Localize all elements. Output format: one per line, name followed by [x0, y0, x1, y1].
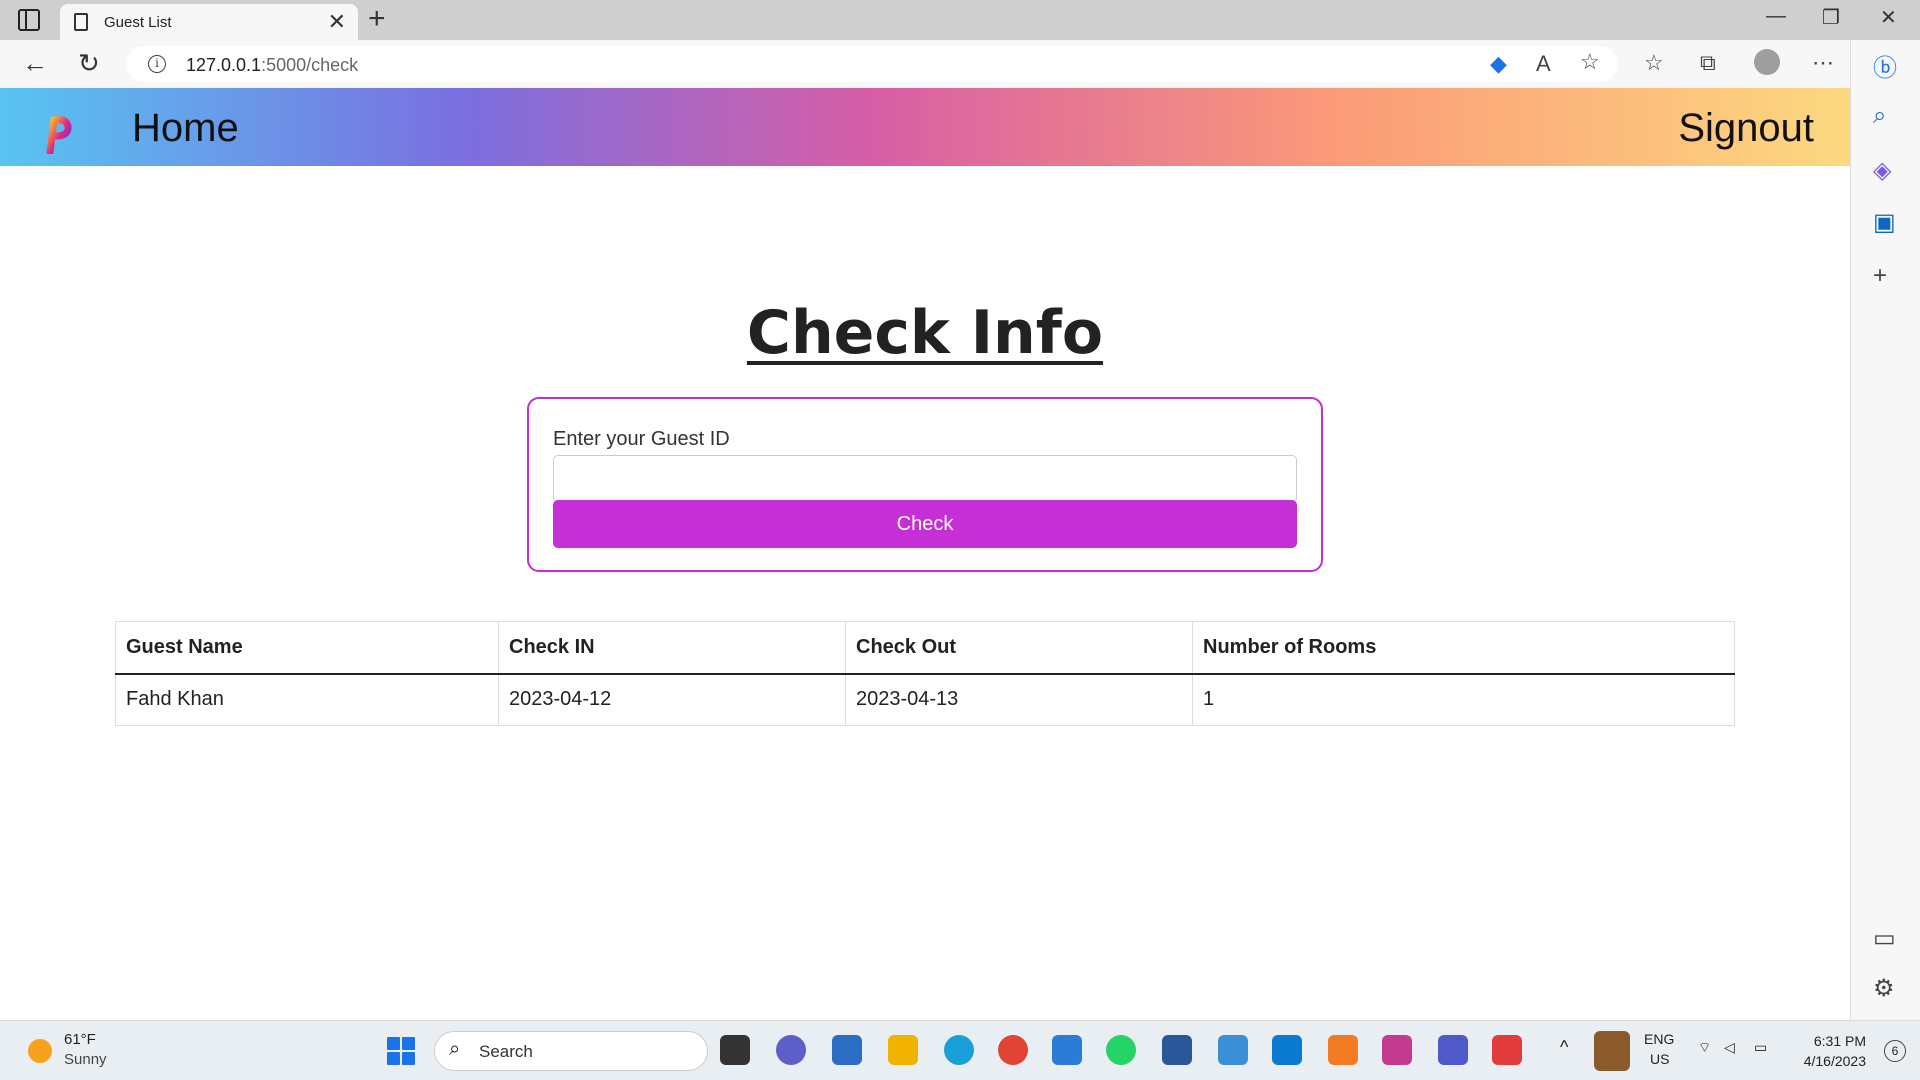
column-header: Guest Name	[115, 621, 499, 675]
clock[interactable]: 6:31 PM 4/16/2023	[1804, 1031, 1866, 1071]
site-info-icon[interactable]: i	[148, 55, 166, 73]
restore-icon[interactable]: ❐	[1822, 5, 1840, 30]
column-header: Check Out	[845, 621, 1193, 675]
notification-count[interactable]: 6	[1884, 1040, 1906, 1062]
office-icon[interactable]: ◈	[1873, 156, 1891, 185]
tab-actions-icon[interactable]	[18, 9, 40, 31]
table-cell: Fahd Khan	[115, 673, 499, 726]
table-cell: 2023-04-13	[845, 673, 1193, 726]
guest-id-form: Enter your Guest ID Check	[527, 397, 1323, 572]
search-icon: ⌕	[449, 1038, 461, 1060]
clock-time: 6:31 PM	[1813, 1033, 1866, 1049]
task-view-icon[interactable]	[720, 1035, 750, 1065]
xampp-icon[interactable]	[1328, 1035, 1358, 1065]
clock-date: 4/16/2023	[1803, 1053, 1866, 1069]
windows-taskbar: 61°F Sunny ⌕ Search ^ ENG US ⌔ ◁ ▭ 6:31 …	[0, 1020, 1920, 1080]
page-title: Check Info	[746, 298, 1104, 368]
page-icon	[74, 13, 88, 31]
chat-icon[interactable]	[776, 1035, 806, 1065]
taskbar-search-label: Search	[479, 1042, 533, 1061]
vscode-icon[interactable]	[1272, 1035, 1302, 1065]
guest-id-label: Enter your Guest ID	[553, 428, 730, 450]
start-icon[interactable]	[387, 1037, 415, 1065]
url-field[interactable]: i 127.0.0.1:5000/check ◆ A ☆	[126, 46, 1618, 82]
more-options-icon[interactable]: ⋯	[1812, 50, 1834, 76]
minimize-icon[interactable]: —	[1766, 5, 1786, 28]
browser-tab[interactable]: Guest List ✕	[60, 4, 358, 40]
refresh-icon[interactable]: ↻	[78, 48, 100, 79]
edge-sidebar: ⓑ ⌕ ◈ ▣ + ▭ ⚙	[1850, 40, 1920, 1020]
volume-icon[interactable]: ◁	[1724, 1039, 1735, 1056]
taskbar-search[interactable]: ⌕ Search	[434, 1031, 708, 1071]
shopping-tag-icon[interactable]: ◆	[1490, 51, 1507, 77]
table-row: Fahd Khan 2023-04-12 2023-04-13 1	[115, 673, 1735, 726]
microphone-icon[interactable]	[1594, 1031, 1630, 1071]
store-icon[interactable]	[832, 1035, 862, 1065]
browser-tab-bar: Guest List ✕ + — ❐ ✕	[0, 0, 1920, 40]
brand-logo[interactable]	[42, 114, 72, 154]
check-button[interactable]: Check	[553, 500, 1297, 548]
nav-signout-link[interactable]: Signout	[1678, 106, 1814, 151]
add-favorite-icon[interactable]: ☆	[1580, 49, 1600, 75]
favorites-icon[interactable]: ☆	[1644, 50, 1664, 76]
chrome-icon[interactable]	[998, 1035, 1028, 1065]
wifi-icon[interactable]: ⌔	[1698, 1039, 1711, 1057]
whatsapp-icon[interactable]	[1106, 1035, 1136, 1065]
table-cell: 2023-04-12	[498, 673, 846, 726]
bing-chat-icon[interactable]: ⓑ	[1873, 48, 1897, 83]
new-tab-button[interactable]: +	[368, 2, 386, 36]
column-header: Check IN	[498, 621, 846, 675]
window-close-icon[interactable]: ✕	[1880, 5, 1897, 30]
word-icon[interactable]	[1162, 1035, 1192, 1065]
weather-temp[interactable]: 61°F	[64, 1031, 96, 1048]
file-explorer-icon[interactable]	[888, 1035, 918, 1065]
outlook-icon[interactable]: ▣	[1873, 208, 1896, 237]
snipping-tool-icon[interactable]	[1382, 1035, 1412, 1065]
profile-avatar[interactable]	[1754, 49, 1780, 75]
web-page: Home Signout Check Info Enter your Guest…	[0, 88, 1850, 1020]
site-navbar: Home Signout	[0, 88, 1850, 166]
back-icon[interactable]: ←	[22, 48, 48, 79]
tab-title: Guest List	[104, 14, 172, 31]
column-header: Number of Rooms	[1192, 621, 1735, 675]
collections-icon[interactable]: ⧉	[1700, 50, 1716, 76]
notepad-icon[interactable]	[1218, 1035, 1248, 1065]
teams-icon[interactable]	[1438, 1035, 1468, 1065]
weather-desc[interactable]: Sunny	[64, 1051, 107, 1068]
url-text: 127.0.0.1:5000/check	[186, 55, 358, 76]
language-line2[interactable]: US	[1650, 1051, 1669, 1067]
weather-sun-icon[interactable]	[28, 1039, 52, 1063]
anydesk-icon[interactable]	[1492, 1035, 1522, 1065]
add-icon[interactable]: +	[1873, 262, 1887, 290]
address-bar-row: ← ↻ i 127.0.0.1:5000/check ◆ A ☆ ☆ ⧉ ⋯	[0, 40, 1920, 88]
table-cell: 1	[1192, 673, 1735, 726]
sidebar-layout-icon[interactable]: ▭	[1873, 924, 1896, 953]
table-header-row: Guest Name Check IN Check Out Number of …	[115, 621, 1735, 675]
url-path: :5000/check	[261, 55, 359, 75]
nav-home-link[interactable]: Home	[132, 106, 239, 151]
guest-table: Guest Name Check IN Check Out Number of …	[115, 621, 1735, 726]
guest-id-input[interactable]	[553, 455, 1297, 503]
url-host: 127.0.0.1	[186, 55, 262, 75]
tray-overflow-icon[interactable]: ^	[1560, 1037, 1568, 1058]
language-line1[interactable]: ENG	[1644, 1031, 1674, 1047]
edge-icon[interactable]	[944, 1035, 974, 1065]
mail-icon[interactable]	[1052, 1035, 1082, 1065]
read-aloud-icon[interactable]: A	[1536, 51, 1551, 77]
settings-icon[interactable]: ⚙	[1873, 974, 1895, 1003]
search-icon[interactable]: ⌕	[1873, 102, 1886, 130]
close-tab-icon[interactable]: ✕	[328, 9, 346, 35]
battery-icon[interactable]: ▭	[1754, 1039, 1767, 1056]
